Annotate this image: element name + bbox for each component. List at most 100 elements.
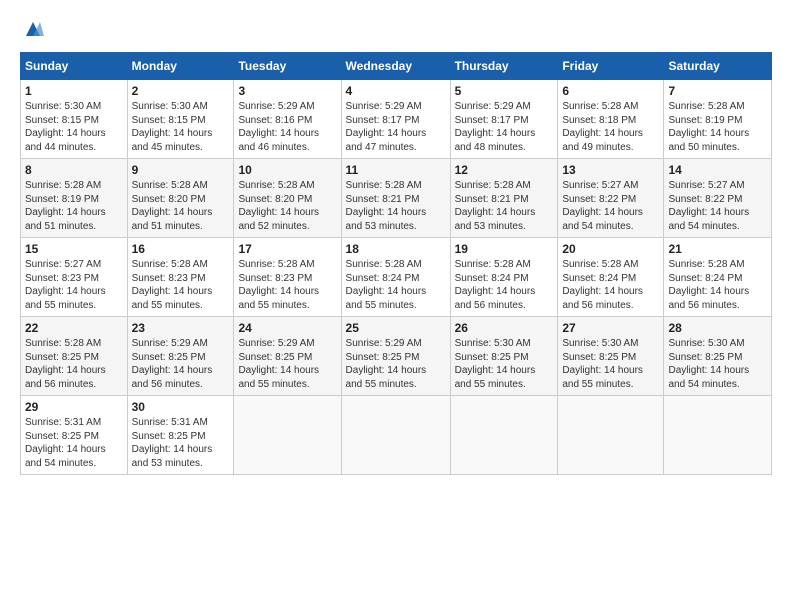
cell-info: Sunrise: 5:28 AMSunset: 8:18 PMDaylight:… [562, 100, 659, 154]
calendar-cell: 12Sunrise: 5:28 AMSunset: 8:21 PMDayligh… [450, 159, 558, 238]
cell-info: Sunrise: 5:28 AMSunset: 8:23 PMDaylight:… [132, 258, 230, 312]
day-number: 29 [25, 400, 123, 414]
cell-info: Sunrise: 5:29 AMSunset: 8:16 PMDaylight:… [238, 100, 336, 154]
cell-info: Sunrise: 5:30 AMSunset: 8:25 PMDaylight:… [668, 337, 767, 391]
calendar-cell: 8Sunrise: 5:28 AMSunset: 8:19 PMDaylight… [21, 159, 128, 238]
calendar-cell: 14 Sunrise: 5:27 AMSunset: 8:22 PMDayligh… [664, 159, 772, 238]
calendar-cell: 26Sunrise: 5:30 AMSunset: 8:25 PMDayligh… [450, 317, 558, 396]
calendar-cell: 7 Sunrise: 5:28 AMSunset: 8:19 PMDaylight… [664, 80, 772, 159]
calendar-row-3: 22 Sunrise: 5:28 AMSunset: 8:25 PMDayligh… [21, 317, 772, 396]
calendar-cell: 5Sunrise: 5:29 AMSunset: 8:17 PMDaylight… [450, 80, 558, 159]
cell-info: Sunrise: 5:28 AMSunset: 8:19 PMDaylight:… [668, 100, 767, 154]
calendar-cell: 27 Sunrise: 5:30 AMSunset: 8:25 PMDayligh… [558, 317, 664, 396]
calendar-cell [341, 396, 450, 475]
day-number: 13 [562, 163, 659, 177]
weekday-header-monday: Monday [127, 53, 234, 80]
calendar-cell: 11 Sunrise: 5:28 AMSunset: 8:21 PMDayligh… [341, 159, 450, 238]
day-number: 19 [455, 242, 554, 256]
calendar-cell: 6 Sunrise: 5:28 AMSunset: 8:18 PMDaylight… [558, 80, 664, 159]
cell-info: Sunrise: 5:31 AMSunset: 8:25 PMDaylight:… [25, 416, 123, 470]
weekday-header-sunday: Sunday [21, 53, 128, 80]
cell-info: Sunrise: 5:29 AMSunset: 8:17 PMDaylight:… [455, 100, 554, 154]
cell-info: Sunrise: 5:28 AMSunset: 8:23 PMDaylight:… [238, 258, 336, 312]
calendar-cell: 1 Sunrise: 5:30 AMSunset: 8:15 PMDaylight… [21, 80, 128, 159]
cell-info: Sunrise: 5:27 AMSunset: 8:22 PMDaylight:… [668, 179, 767, 233]
day-number: 18 [346, 242, 446, 256]
weekday-header-tuesday: Tuesday [234, 53, 341, 80]
day-number: 17 [238, 242, 336, 256]
calendar-cell: 3 Sunrise: 5:29 AMSunset: 8:16 PMDaylight… [234, 80, 341, 159]
calendar-cell: 9 Sunrise: 5:28 AMSunset: 8:20 PMDaylight… [127, 159, 234, 238]
weekday-header-friday: Friday [558, 53, 664, 80]
calendar-table: SundayMondayTuesdayWednesdayThursdayFrid… [20, 52, 772, 475]
calendar-cell [558, 396, 664, 475]
calendar-cell [664, 396, 772, 475]
calendar-cell: 20 Sunrise: 5:28 AMSunset: 8:24 PMDayligh… [558, 238, 664, 317]
calendar-cell: 22 Sunrise: 5:28 AMSunset: 8:25 PMDayligh… [21, 317, 128, 396]
calendar-row-1: 8Sunrise: 5:28 AMSunset: 8:19 PMDaylight… [21, 159, 772, 238]
day-number: 4 [346, 84, 446, 98]
calendar-row-2: 15 Sunrise: 5:27 AMSunset: 8:23 PMDayligh… [21, 238, 772, 317]
day-number: 2 [132, 84, 230, 98]
calendar-cell: 30 Sunrise: 5:31 AMSunset: 8:25 PMDayligh… [127, 396, 234, 475]
calendar-row-0: 1 Sunrise: 5:30 AMSunset: 8:15 PMDaylight… [21, 80, 772, 159]
day-number: 12 [455, 163, 554, 177]
day-number: 23 [132, 321, 230, 335]
calendar-cell: 15 Sunrise: 5:27 AMSunset: 8:23 PMDayligh… [21, 238, 128, 317]
day-number: 11 [346, 163, 446, 177]
cell-info: Sunrise: 5:30 AMSunset: 8:15 PMDaylight:… [25, 100, 123, 154]
cell-info: Sunrise: 5:28 AMSunset: 8:25 PMDaylight:… [25, 337, 123, 391]
day-number: 28 [668, 321, 767, 335]
cell-info: Sunrise: 5:31 AMSunset: 8:25 PMDaylight:… [132, 416, 230, 470]
day-number: 6 [562, 84, 659, 98]
calendar-cell: 29 Sunrise: 5:31 AMSunset: 8:25 PMDayligh… [21, 396, 128, 475]
cell-info: Sunrise: 5:30 AMSunset: 8:25 PMDaylight:… [562, 337, 659, 391]
cell-info: Sunrise: 5:29 AMSunset: 8:25 PMDaylight:… [346, 337, 446, 391]
day-number: 15 [25, 242, 123, 256]
cell-info: Sunrise: 5:28 AMSunset: 8:24 PMDaylight:… [346, 258, 446, 312]
day-number: 7 [668, 84, 767, 98]
calendar-cell: 25 Sunrise: 5:29 AMSunset: 8:25 PMDayligh… [341, 317, 450, 396]
day-number: 20 [562, 242, 659, 256]
calendar-cell: 24 Sunrise: 5:29 AMSunset: 8:25 PMDayligh… [234, 317, 341, 396]
cell-info: Sunrise: 5:30 AMSunset: 8:15 PMDaylight:… [132, 100, 230, 154]
cell-info: Sunrise: 5:28 AMSunset: 8:20 PMDaylight:… [132, 179, 230, 233]
calendar-cell: 28 Sunrise: 5:30 AMSunset: 8:25 PMDayligh… [664, 317, 772, 396]
cell-info: Sunrise: 5:28 AMSunset: 8:19 PMDaylight:… [25, 179, 123, 233]
day-number: 30 [132, 400, 230, 414]
cell-info: Sunrise: 5:28 AMSunset: 8:21 PMDaylight:… [346, 179, 446, 233]
day-number: 24 [238, 321, 336, 335]
logo [20, 18, 44, 40]
day-number: 25 [346, 321, 446, 335]
cell-info: Sunrise: 5:27 AMSunset: 8:23 PMDaylight:… [25, 258, 123, 312]
calendar-cell [450, 396, 558, 475]
calendar-cell [234, 396, 341, 475]
cell-info: Sunrise: 5:29 AMSunset: 8:17 PMDaylight:… [346, 100, 446, 154]
calendar-cell: 19Sunrise: 5:28 AMSunset: 8:24 PMDayligh… [450, 238, 558, 317]
calendar-cell: 17 Sunrise: 5:28 AMSunset: 8:23 PMDayligh… [234, 238, 341, 317]
cell-info: Sunrise: 5:28 AMSunset: 8:20 PMDaylight:… [238, 179, 336, 233]
calendar-cell: 18 Sunrise: 5:28 AMSunset: 8:24 PMDayligh… [341, 238, 450, 317]
cell-info: Sunrise: 5:27 AMSunset: 8:22 PMDaylight:… [562, 179, 659, 233]
day-number: 21 [668, 242, 767, 256]
header-area [20, 18, 772, 40]
calendar-cell: 16 Sunrise: 5:28 AMSunset: 8:23 PMDayligh… [127, 238, 234, 317]
day-number: 3 [238, 84, 336, 98]
cell-info: Sunrise: 5:30 AMSunset: 8:25 PMDaylight:… [455, 337, 554, 391]
calendar-container: SundayMondayTuesdayWednesdayThursdayFrid… [0, 0, 792, 485]
day-number: 9 [132, 163, 230, 177]
day-number: 1 [25, 84, 123, 98]
calendar-cell: 13 Sunrise: 5:27 AMSunset: 8:22 PMDayligh… [558, 159, 664, 238]
weekday-header-row: SundayMondayTuesdayWednesdayThursdayFrid… [21, 53, 772, 80]
weekday-header-thursday: Thursday [450, 53, 558, 80]
cell-info: Sunrise: 5:28 AMSunset: 8:24 PMDaylight:… [668, 258, 767, 312]
day-number: 16 [132, 242, 230, 256]
calendar-cell: 2 Sunrise: 5:30 AMSunset: 8:15 PMDaylight… [127, 80, 234, 159]
cell-info: Sunrise: 5:29 AMSunset: 8:25 PMDaylight:… [238, 337, 336, 391]
calendar-cell: 10Sunrise: 5:28 AMSunset: 8:20 PMDayligh… [234, 159, 341, 238]
weekday-header-saturday: Saturday [664, 53, 772, 80]
day-number: 27 [562, 321, 659, 335]
day-number: 22 [25, 321, 123, 335]
cell-info: Sunrise: 5:28 AMSunset: 8:24 PMDaylight:… [562, 258, 659, 312]
day-number: 14 [668, 163, 767, 177]
